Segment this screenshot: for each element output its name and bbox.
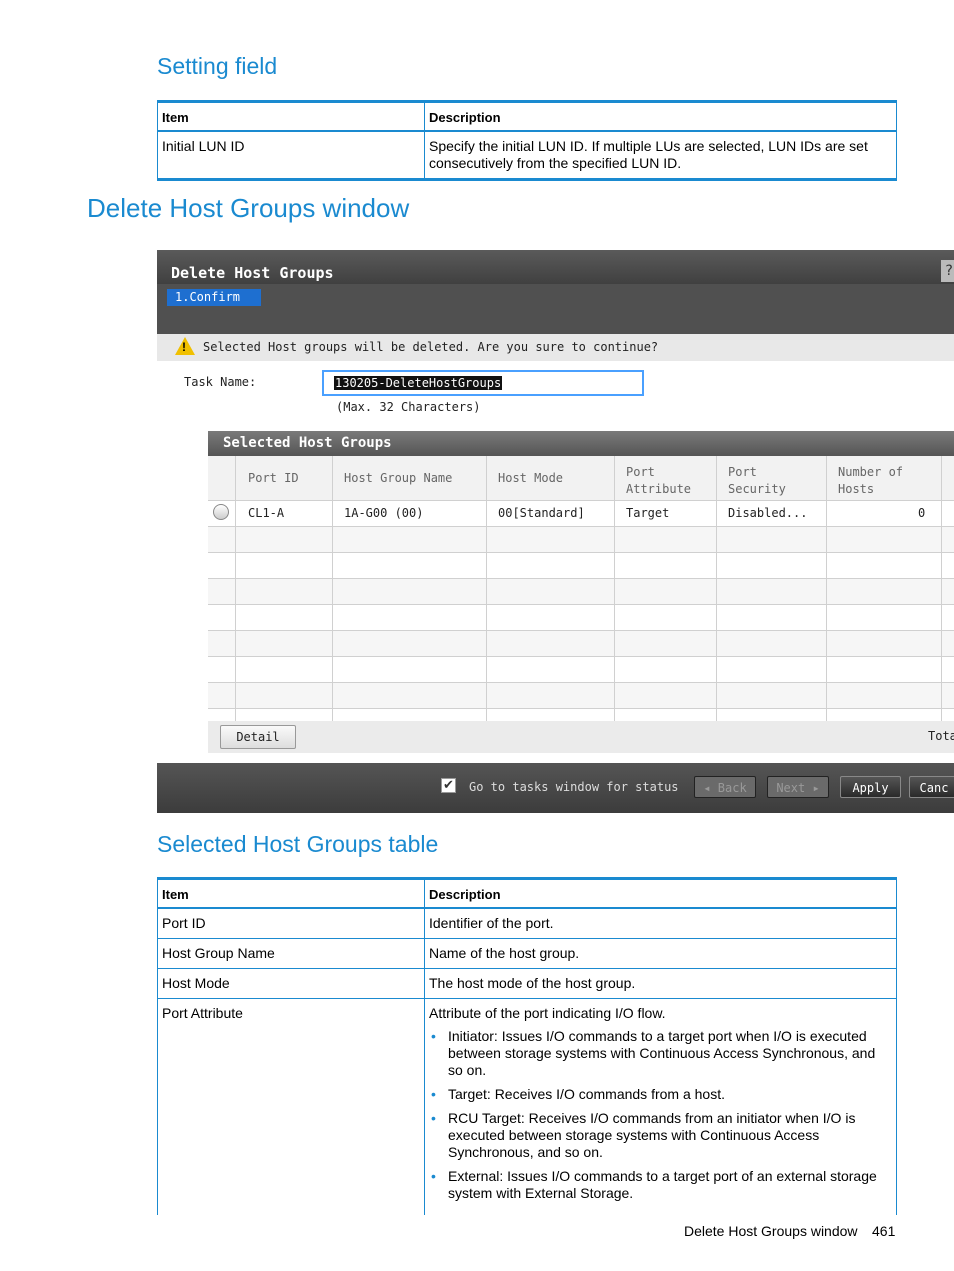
cell-item: Host Mode — [157, 968, 425, 999]
column-header-port-attribute[interactable]: Port Attribute — [626, 464, 691, 498]
page-footer-title: Delete Host Groups window — [684, 1223, 858, 1239]
cell-host-mode: 00[Standard] — [498, 506, 585, 520]
back-button-label: Back — [717, 781, 747, 795]
header-line: Port — [626, 465, 655, 479]
empty-row — [208, 657, 954, 683]
column-header-host-mode[interactable]: Host Mode — [498, 470, 563, 487]
header-line: Port — [728, 465, 757, 479]
column-header-description: Description — [424, 877, 897, 909]
total-label: Tota — [928, 729, 954, 743]
column-divider — [716, 456, 717, 721]
setting-field-table: Item Description Initial LUN ID Specify … — [157, 100, 897, 181]
column-header-item: Item — [157, 100, 425, 132]
section-heading-selected-host-groups-table: Selected Host Groups table — [157, 831, 439, 857]
cell-description: The host mode of the host group. — [424, 968, 897, 999]
column-header-port-security[interactable]: Port Security — [728, 464, 786, 498]
list-item: RCU Target: Receives I/O commands from a… — [431, 1110, 892, 1161]
table-row: Host Mode The host mode of the host grou… — [157, 968, 897, 999]
step-confirm[interactable]: 1.Confirm — [167, 289, 261, 306]
table-row: Port ID Identifier of the port. — [157, 907, 897, 939]
header-line: Security — [728, 482, 786, 496]
column-divider — [332, 456, 333, 721]
host-groups-grid: Port ID Host Group Name Host Mode Port At… — [208, 456, 954, 721]
column-divider — [826, 456, 827, 721]
cell-description: Attribute of the port indicating I/O flo… — [424, 998, 897, 1215]
cancel-button[interactable]: Canc — [909, 776, 954, 798]
cell-port-security: Disabled... — [728, 506, 808, 520]
panel-title: Selected Host Groups — [223, 435, 392, 451]
next-button[interactable]: Next ▸ — [767, 776, 829, 798]
column-header-host-group-name[interactable]: Host Group Name — [344, 470, 452, 487]
grid-header: Port ID Host Group Name Host Mode Port At… — [208, 456, 954, 501]
page-number: 461 — [872, 1223, 896, 1239]
column-header-port-id[interactable]: Port ID — [248, 470, 299, 487]
wizard-footer: ✔ Go to tasks window for status ◂ Back N… — [157, 763, 954, 813]
cell-item: Initial LUN ID — [157, 130, 425, 181]
cell-description: Name of the host group. — [424, 938, 897, 969]
column-divider — [486, 456, 487, 721]
cell-item: Host Group Name — [157, 938, 425, 969]
column-header-item: Item — [157, 877, 425, 909]
list-item: Target: Receives I/O commands from a hos… — [431, 1086, 892, 1103]
next-button-label: Next — [776, 781, 806, 795]
column-divider — [941, 456, 942, 721]
empty-row — [208, 631, 954, 657]
attribute-list: Initiator: Issues I/O commands to a targ… — [429, 1028, 892, 1202]
task-name-value: 130205-DeleteHostGroups — [334, 376, 503, 390]
empty-row — [208, 527, 954, 553]
task-name-input[interactable]: 130205-DeleteHostGroups — [322, 370, 644, 396]
back-button[interactable]: ◂ Back — [694, 776, 756, 798]
warning-text: Selected Host groups will be deleted. Ar… — [203, 340, 659, 354]
empty-row — [208, 579, 954, 605]
empty-row — [208, 683, 954, 709]
cell-number-of-hosts: 0 — [918, 506, 926, 520]
row-select-radio[interactable] — [213, 504, 229, 520]
table-row: Port Attribute Attribute of the port ind… — [157, 998, 897, 1215]
column-divider — [614, 456, 615, 721]
cell-description: Identifier of the port. — [424, 907, 897, 939]
go-to-tasks-label: Go to tasks window for status — [469, 780, 679, 794]
cell-item: Port Attribute — [157, 998, 425, 1215]
warning-icon: ! — [175, 337, 195, 355]
go-to-tasks-checkbox[interactable]: ✔ — [441, 778, 456, 793]
header-line: Number of — [838, 465, 904, 479]
detail-button[interactable]: Detail — [220, 725, 296, 749]
cell-port-id: CL1-A — [248, 506, 285, 520]
panel-header: Selected Host Groups — [208, 431, 954, 456]
wizard-step-bar: 1.Confirm — [157, 284, 954, 334]
cell-item: Port ID — [157, 907, 425, 939]
header-line: Hosts — [838, 482, 875, 496]
page-title: Delete Host Groups window — [87, 193, 410, 223]
help-icon[interactable]: ? — [941, 260, 954, 282]
task-name-hint: (Max. 32 Characters) — [336, 400, 481, 414]
selected-host-groups-panel: Selected Host Groups Port ID Host Group … — [208, 431, 954, 753]
column-divider — [235, 456, 236, 721]
table-row: Initial LUN ID Specify the initial LUN I… — [157, 130, 897, 181]
delete-host-groups-screenshot: Delete Host Groups ? 1.Confirm ! Selecte… — [157, 242, 954, 813]
table-row: Host Group Name Name of the host group. — [157, 938, 897, 969]
header-line: Attribute — [626, 482, 692, 496]
apply-button[interactable]: Apply — [840, 776, 901, 798]
list-item: Initiator: Issues I/O commands to a targ… — [431, 1028, 892, 1079]
window-title: Delete Host Groups — [171, 264, 334, 282]
cell-description: Specify the initial LUN ID. If multiple … — [424, 130, 897, 181]
description-text: Attribute of the port indicating I/O flo… — [429, 1005, 666, 1021]
cell-host-group-name: 1A-G00 (00) — [344, 506, 424, 520]
cell-port-attribute: Target — [626, 506, 670, 520]
section-heading-setting-field: Setting field — [157, 53, 278, 79]
empty-row — [208, 553, 954, 579]
column-header-number-of-hosts[interactable]: Number of Hosts — [838, 464, 903, 498]
empty-row — [208, 605, 954, 631]
selected-host-groups-table: Item Description Port ID Identifier of t… — [157, 877, 897, 1215]
column-header-description: Description — [424, 100, 897, 132]
list-item: External: Issues I/O commands to a targe… — [431, 1168, 892, 1202]
task-name-label: Task Name: — [184, 375, 257, 389]
warning-bar: ! Selected Host groups will be deleted. … — [157, 334, 954, 361]
table-row[interactable]: CL1-A 1A-G00 (00) 00[Standard] Target Di… — [208, 501, 954, 527]
